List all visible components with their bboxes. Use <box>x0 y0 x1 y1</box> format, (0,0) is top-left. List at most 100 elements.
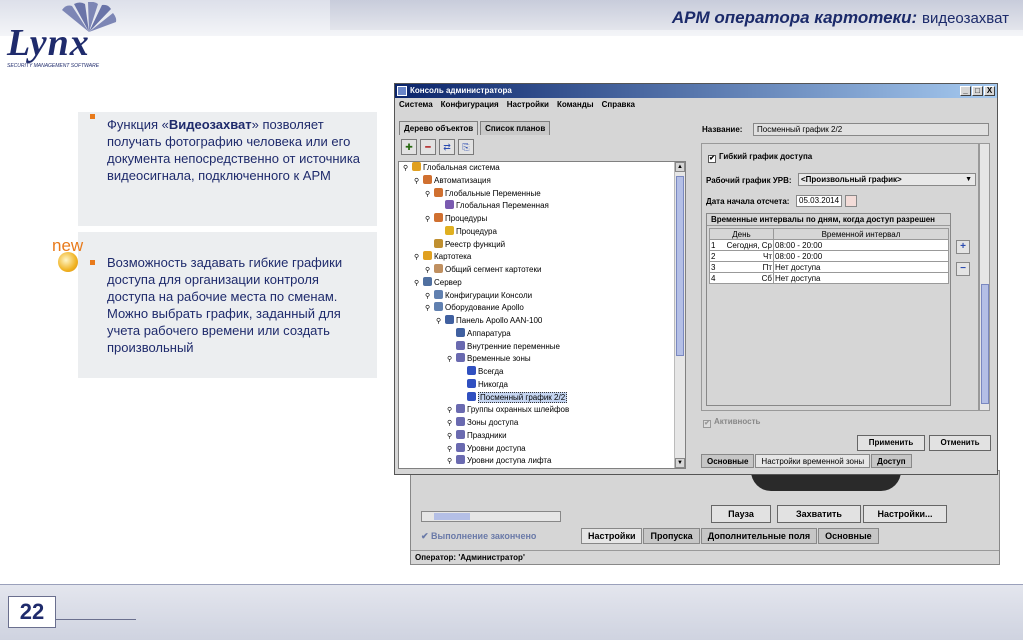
checkbox-disabled-icon[interactable]: ✔ <box>703 420 711 428</box>
tree-node[interactable]: Процедура <box>399 225 685 239</box>
window-title: Консоль администратора <box>410 86 512 95</box>
tree-vertical-scrollbar[interactable]: ▲ ▼ <box>674 162 685 468</box>
scroll-up-icon[interactable]: ▲ <box>675 162 685 172</box>
remove-interval-icon[interactable]: − <box>956 262 970 276</box>
urv-schedule-select[interactable]: <Произвольный график> ▼ <box>798 173 976 186</box>
horizontal-scrollbar[interactable] <box>421 511 561 522</box>
copy-object-icon[interactable]: ⎘ <box>458 139 474 155</box>
tree-node[interactable]: ⚲ Сервер <box>399 276 685 290</box>
tree-node-label: Внутренние переменные <box>467 341 560 351</box>
flexible-schedule-checkbox[interactable]: ✔ Гибкий график доступа <box>708 152 812 163</box>
tree-node[interactable]: ⚲ Картотека <box>399 251 685 264</box>
tree-node[interactable]: ⚲ Оборудование Apollo <box>399 302 685 315</box>
window-controls: _ □ X <box>960 86 995 96</box>
tree-node-icon <box>456 340 465 350</box>
scroll-thumb[interactable] <box>981 284 989 404</box>
tab-timezone-settings[interactable]: Настройки временной зоны <box>755 454 871 468</box>
tab-object-tree[interactable]: Дерево объектов <box>399 121 479 135</box>
tree-node-label: Панель Apollo AAN-100 <box>456 316 543 325</box>
admin-console-window: Консоль администратора _ □ X Система Кон… <box>394 83 998 475</box>
tree-rows: ⚲ Глобальная система ⚲ Автоматизация ⚲ Глобал… <box>399 162 685 468</box>
day-cell[interactable]: 3 Пт <box>709 261 774 273</box>
interval-cell[interactable]: Нет доступа <box>773 261 949 273</box>
day-cell[interactable]: 2 Чт <box>709 250 774 262</box>
tab-main[interactable]: Основные <box>818 528 879 544</box>
tree-node-label: Уровни доступа <box>467 443 526 453</box>
scroll-down-icon[interactable]: ▼ <box>675 458 685 468</box>
start-date-field[interactable]: 05.03.2014 <box>796 195 842 207</box>
pause-button[interactable]: Пауза <box>711 505 771 523</box>
scroll-thumb[interactable] <box>434 513 470 520</box>
menu-commands[interactable]: Команды <box>557 98 594 112</box>
tab-extra-fields[interactable]: Дополнительные поля <box>700 528 818 544</box>
menu-system[interactable]: Система <box>399 98 433 112</box>
tree-node-icon <box>423 276 432 286</box>
slide-title-sub: видеозахват <box>921 10 1009 27</box>
interval-cell[interactable]: 08:00 - 20:00 <box>773 239 949 251</box>
apply-button[interactable]: Применить <box>857 435 925 451</box>
calendar-icon[interactable] <box>845 195 857 207</box>
table-row[interactable]: 1 Сегодня, Ср 08:00 - 20:00 <box>709 239 949 251</box>
tab-main[interactable]: Основные <box>701 454 755 468</box>
table-row[interactable]: 2 Чт 08:00 - 20:00 <box>709 250 949 262</box>
urv-schedule-value: <Произвольный график> <box>801 175 902 184</box>
tree-node[interactable]: ⚲ Праздники <box>399 429 685 443</box>
properties-vertical-scrollbar[interactable] <box>979 143 990 411</box>
tab-access[interactable]: Доступ <box>871 454 912 468</box>
tree-node[interactable]: ⚲ Группы охранных шлейфов <box>399 404 685 417</box>
tab-settings[interactable]: Настройки <box>581 528 643 544</box>
maximize-button[interactable]: □ <box>972 86 983 96</box>
menu-configuration[interactable]: Конфигурация <box>441 98 499 112</box>
tree-node[interactable]: Реестр функций <box>399 238 685 252</box>
add-object-icon[interactable]: ✚ <box>401 139 417 155</box>
menu-settings[interactable]: Настройки <box>507 98 549 112</box>
tree-node-icon <box>423 174 432 184</box>
tree-node[interactable]: ⚲ Глобальные Переменные <box>399 187 685 201</box>
tree-node[interactable]: ⚲ Зоны доступа <box>399 417 685 430</box>
tree-node[interactable]: ⚲ Уровни доступа лифта <box>399 455 685 468</box>
remove-object-icon[interactable]: ━ <box>420 139 436 155</box>
tree-expander-icon[interactable]: ⚲ <box>447 456 456 468</box>
link-object-icon[interactable]: ⇄ <box>439 139 455 155</box>
table-row[interactable]: 4 Сб Нет доступа <box>709 272 949 284</box>
company-logo: Lynx SECURITY MANAGEMENT SOFTWARE <box>7 24 132 69</box>
tab-plans-list[interactable]: Список планов <box>480 121 551 135</box>
activity-checkbox[interactable]: ✔ Активность <box>703 417 760 428</box>
day-cell[interactable]: 4 Сб <box>709 272 774 284</box>
tree-node[interactable]: Посменный график 2/2 <box>399 391 685 405</box>
column-header-interval[interactable]: Временной интервал <box>773 228 949 240</box>
settings-dots-button[interactable]: Настройки... <box>863 505 947 523</box>
tree-node[interactable]: ⚲ Глобальная система <box>399 162 685 175</box>
tree-node[interactable]: Всегда <box>399 366 685 379</box>
menu-help[interactable]: Справка <box>602 98 635 112</box>
checkbox-checked-icon[interactable]: ✔ <box>708 155 716 163</box>
tree-node-label: Оборудование Apollo <box>445 303 524 313</box>
tree-node[interactable]: ⚲ Временные зоны <box>399 353 685 366</box>
close-button[interactable]: X <box>984 86 995 96</box>
tree-node[interactable]: ⚲ Общий сегмент картотеки <box>399 264 685 277</box>
column-header-day[interactable]: День <box>709 228 774 240</box>
tree-node-icon <box>445 200 454 210</box>
cancel-button[interactable]: Отменить <box>929 435 991 451</box>
tree-node[interactable]: Глобальная Переменная <box>399 200 685 213</box>
day-cell[interactable]: 1 Сегодня, Ср <box>709 239 774 251</box>
tree-node[interactable]: ⚲ Уровни доступа <box>399 442 685 456</box>
tree-node[interactable]: ⚲ Конфигурации Консоли <box>399 289 685 303</box>
name-field[interactable]: Посменный график 2/2 <box>753 123 989 136</box>
add-interval-icon[interactable]: + <box>956 240 970 254</box>
tree-node[interactable]: ⚲ Процедуры <box>399 213 685 226</box>
tree-node[interactable]: Внутренние переменные <box>399 340 685 354</box>
minimize-button[interactable]: _ <box>960 86 971 96</box>
table-row[interactable]: 3 Пт Нет доступа <box>709 261 949 273</box>
scroll-thumb[interactable] <box>676 176 684 356</box>
tree-node[interactable]: Никогда <box>399 378 685 392</box>
chevron-down-icon[interactable]: ▼ <box>965 174 972 185</box>
interval-cell[interactable]: 08:00 - 20:00 <box>773 250 949 262</box>
tree-node-label: Зоны доступа <box>467 418 519 427</box>
tab-passes[interactable]: Пропуска <box>643 528 700 544</box>
tree-node[interactable]: Аппаратура <box>399 327 685 341</box>
tree-node[interactable]: ⚲ Автоматизация <box>399 174 685 188</box>
tree-node[interactable]: ⚲ Панель Apollo AAN-100 <box>399 315 685 328</box>
capture-button[interactable]: Захватить <box>777 505 861 523</box>
interval-cell[interactable]: Нет доступа <box>773 272 949 284</box>
